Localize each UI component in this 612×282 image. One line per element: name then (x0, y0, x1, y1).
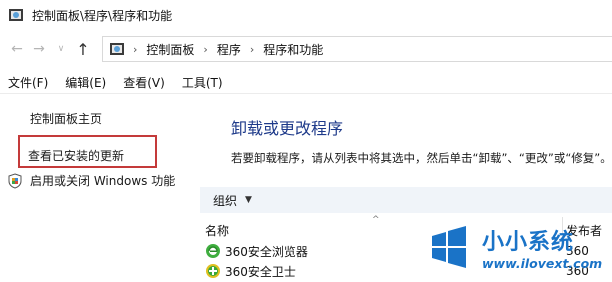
watermark-logo-icon (432, 226, 466, 268)
menu-tools[interactable]: 工具(T) (182, 74, 223, 91)
breadcrumb-programs[interactable]: 程序 (217, 41, 241, 58)
breadcrumb-programs-and-features[interactable]: 程序和功能 (263, 41, 323, 58)
sidebar: 控制面板主页 查看已安装的更新 启用或关闭 Windows 功能 (0, 95, 196, 282)
program-name: 360安全浏览器 (225, 244, 308, 259)
shield-icon (8, 172, 22, 189)
control-panel-icon (9, 9, 23, 21)
arrow-left-icon[interactable]: ← (6, 38, 28, 60)
column-header-name[interactable]: 名称 (205, 222, 229, 239)
menu-file[interactable]: 文件(F) (8, 74, 48, 91)
menu-bar: 文件(F) 编辑(E) 查看(V) 工具(T) (0, 72, 612, 94)
arrow-up-icon[interactable]: ↑ (72, 38, 94, 60)
chevron-down-icon[interactable]: ∨ (50, 38, 72, 60)
page-description: 若要卸载程序，请从列表中将其选中，然后单击“卸载”、“更改”或“修复”。 (231, 151, 612, 165)
sort-up-icon: ^ (372, 215, 380, 225)
title-bar: 控制面板\程序\程序和功能 (0, 0, 612, 30)
list-toolbar: 组织 ▼ (200, 187, 612, 213)
control-panel-icon (110, 43, 124, 55)
caret-down-icon: ▼ (245, 195, 252, 205)
watermark-text: 小小系统 (482, 230, 575, 255)
browser-360-icon (206, 244, 220, 258)
page-title: 卸载或更改程序 (231, 119, 344, 138)
sidebar-item-installed-updates[interactable]: 查看已安装的更新 (28, 147, 124, 164)
program-name: 360安全卫士 (225, 264, 296, 279)
organize-label: 组织 (213, 193, 238, 208)
navigation-bar: ← → ∨ ↑ › 控制面板 › 程序 › 程序和功能 (0, 32, 612, 66)
guard-360-icon (206, 264, 220, 278)
menu-edit[interactable]: 编辑(E) (65, 74, 106, 91)
chevron-right-icon: › (133, 42, 138, 56)
window-title: 控制面板\程序\程序和功能 (32, 8, 173, 23)
menu-view[interactable]: 查看(V) (123, 74, 165, 91)
organize-button[interactable]: 组织 ▼ (213, 192, 252, 209)
sidebar-item-label: 启用或关闭 Windows 功能 (30, 174, 176, 188)
breadcrumb-control-panel[interactable]: 控制面板 (146, 41, 194, 58)
chevron-right-icon: › (249, 42, 255, 56)
arrow-right-icon[interactable]: → (28, 38, 50, 60)
chevron-right-icon: › (203, 42, 208, 56)
sidebar-item-windows-features[interactable]: 启用或关闭 Windows 功能 (8, 172, 175, 189)
watermark: 小小系统 www.ilovext.com (418, 218, 612, 282)
sidebar-item-home[interactable]: 控制面板主页 (30, 110, 102, 127)
watermark-url: www.ilovext.com (482, 256, 603, 271)
address-bar[interactable]: › 控制面板 › 程序 › 程序和功能 (102, 36, 612, 62)
